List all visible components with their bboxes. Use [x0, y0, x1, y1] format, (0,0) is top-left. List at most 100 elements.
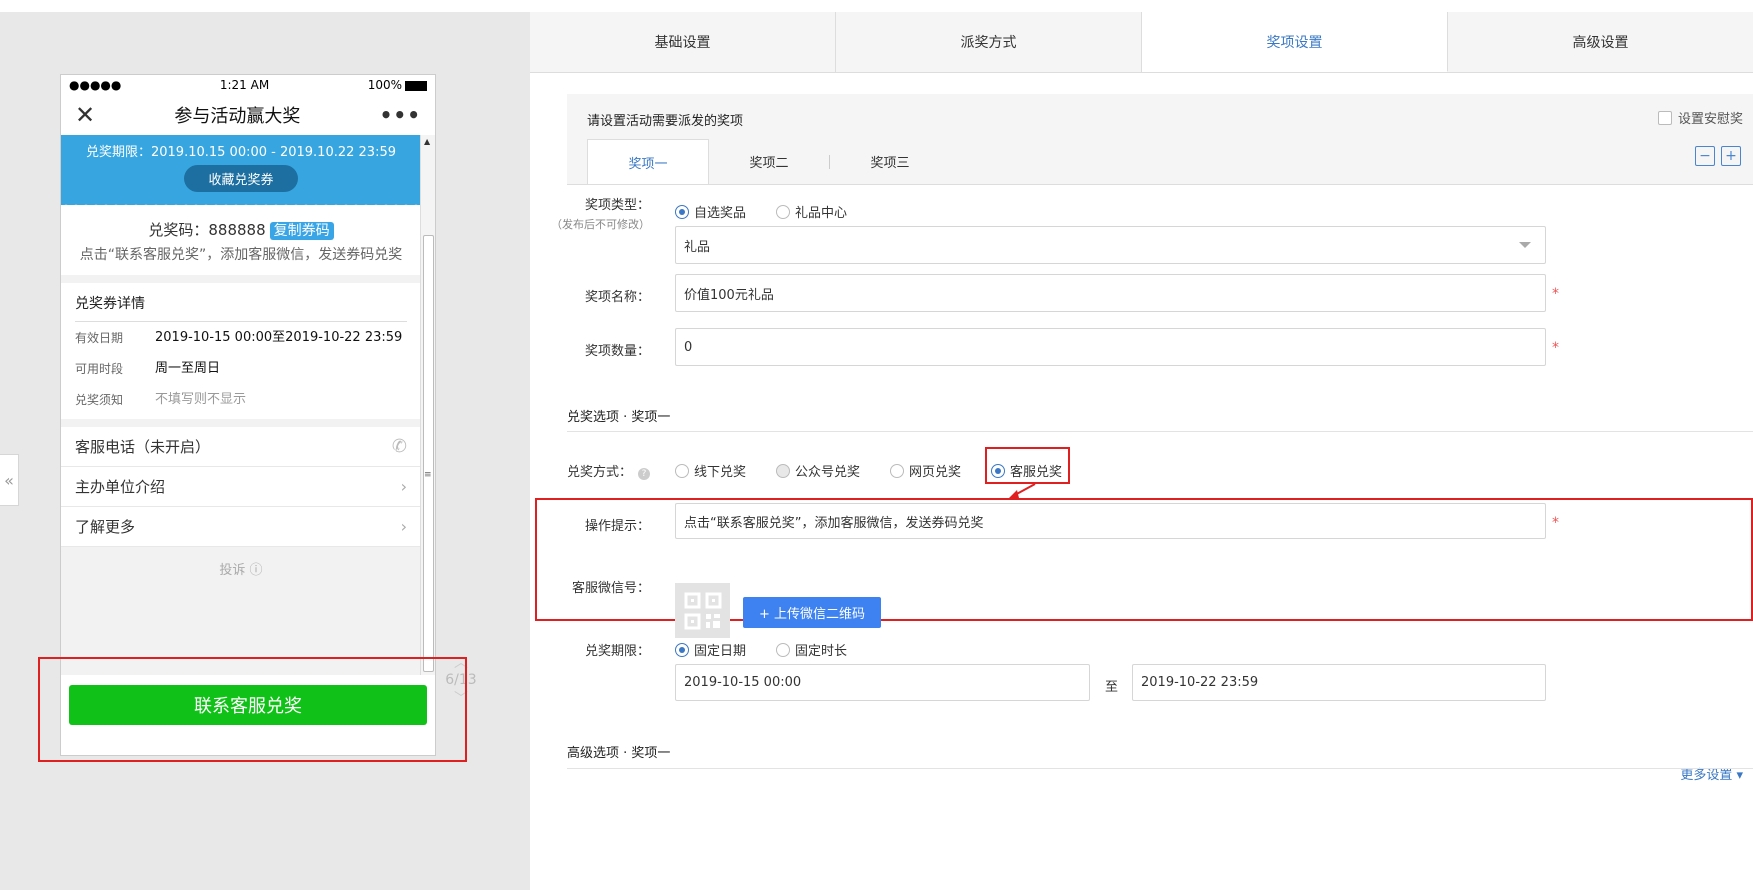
redeem-options-title: 兑奖选项 · 奖项一 [567, 410, 671, 425]
close-icon[interactable]: ✕ [75, 103, 95, 127]
settings-panel: 基础设置 派奖方式 奖项设置 高级设置 请设置活动需要派发的奖项 设置安慰奖 奖… [530, 12, 1753, 890]
detail-row: 可用时段 周一至周日 [75, 361, 221, 376]
more-icon[interactable]: ••• [380, 103, 421, 127]
tab-prize-2[interactable]: 奖项二 [709, 139, 829, 184]
prize-quantity-input[interactable]: 0 [675, 328, 1546, 366]
chevron-right-icon: › [400, 477, 407, 496]
highlight-box [985, 447, 1070, 484]
phone-status-bar: ●●●●● 1:21 AM 100% [61, 75, 435, 95]
info-links: 客服电话（未开启） ✆ 主办单位介绍 › 了解更多 › [61, 427, 421, 547]
redeem-code-block: 兑奖码：888888 复制券码 点击“联系客服兑奖”，添加客服微信，发送券码兑奖 [61, 205, 421, 275]
radio-gift-center[interactable]: 礼品中心 [776, 202, 847, 221]
radio-icon [776, 642, 791, 657]
prize-type-note: （发布后不可修改） [551, 218, 650, 231]
prize-select[interactable]: 礼品 [675, 226, 1546, 264]
radio-checked-icon [675, 642, 689, 657]
redeem-tip: 点击“联系客服兑奖”，添加客服微信，发送券码兑奖 [79, 247, 403, 263]
hint-input[interactable]: 点击“联系客服兑奖”，添加客服微信，发送券码兑奖 [675, 503, 1546, 539]
organizer-intro-link[interactable]: 主办单位介绍 › [61, 467, 421, 507]
prize-name-input[interactable]: 价值100元礼品 [675, 274, 1546, 312]
radio-icon [776, 204, 791, 219]
advanced-options-title: 高级选项 · 奖项一 [567, 746, 671, 761]
phone-content[interactable]: 兑奖期限：2019.10.15 00:00 - 2019.10.22 23:59… [61, 135, 421, 675]
customer-phone-link[interactable]: 客服电话（未开启） ✆ [61, 427, 421, 467]
prize-controls: − + [1695, 146, 1741, 166]
radio-checked-icon [675, 204, 689, 219]
radio-fixed-duration[interactable]: 固定时长 [776, 640, 847, 659]
redeem-period-label: 兑奖期限： [584, 644, 650, 659]
radio-official-account[interactable]: 公众号兑奖 [776, 461, 860, 480]
hint-label: 操作提示： [584, 519, 650, 534]
status-time: 1:21 AM [219, 78, 270, 92]
prize-name-label: 奖项名称： [584, 290, 650, 305]
preview-panel: « ●●●●● 1:21 AM 100% ✕ 参与活动赢大奖 ••• 兑奖期限：… [0, 12, 530, 890]
settings-tabs: 基础设置 派奖方式 奖项设置 高级设置 [530, 12, 1753, 73]
qr-code-icon [684, 592, 721, 629]
scroll-up-icon[interactable]: ▲ [424, 137, 430, 146]
complain-link[interactable]: 投诉 ⓘ [61, 547, 421, 590]
phone-nav-bar: ✕ 参与活动赢大奖 ••• [61, 95, 435, 135]
required-mark: * [1552, 515, 1559, 531]
chevron-right-icon: › [400, 517, 407, 536]
signal-indicator: ●●●●● [69, 78, 122, 92]
radio-web[interactable]: 网页兑奖 [890, 461, 961, 480]
prize-tabs: 奖项一 奖项二 奖项三 [587, 139, 950, 184]
collapse-panel-button[interactable]: « [0, 454, 19, 506]
more-settings-link[interactable]: 更多设置 ▾ [1680, 764, 1743, 783]
prize-header-title: 请设置活动需要派发的奖项 [587, 114, 744, 129]
consolation-prize-checkbox[interactable]: 设置安慰奖 [1657, 108, 1743, 127]
phone-scrollbar[interactable]: ▲ ≡ [420, 135, 435, 675]
prize-quantity-label: 奖项数量： [584, 344, 650, 359]
tab-prize-1[interactable]: 奖项一 [587, 139, 709, 184]
date-range-separator: 至 [1105, 680, 1119, 695]
battery-icon [405, 80, 427, 91]
prize-type-label: 奖项类型： （发布后不可修改） [530, 194, 650, 232]
radio-offline[interactable]: 线下兑奖 [675, 461, 746, 480]
tab-award-method[interactable]: 派奖方式 [836, 12, 1142, 72]
phone-icon: ✆ [391, 436, 407, 457]
tab-basic-settings[interactable]: 基础设置 [530, 12, 836, 72]
end-date-input[interactable]: 2019-10-22 23:59 [1132, 664, 1546, 701]
required-mark: * [1552, 340, 1559, 356]
phone-page-title: 参与活动赢大奖 [174, 106, 301, 127]
coupon-details: 兑奖券详情 有效日期 2019-10-15 00:00至2019-10-22 2… [61, 283, 421, 419]
wechat-id-label: 客服微信号： [571, 581, 650, 596]
banner-period: 兑奖期限：2019.10.15 00:00 - 2019.10.22 23:59 [85, 145, 396, 160]
tab-prize-3[interactable]: 奖项三 [830, 139, 950, 184]
section-divider [567, 431, 1753, 432]
double-chevron-left-icon: « [4, 470, 14, 490]
dropdown-caret-icon [1519, 242, 1531, 248]
upload-qr-button[interactable]: + 上传微信二维码 [743, 597, 881, 628]
tab-advanced-settings[interactable]: 高级设置 [1448, 12, 1753, 72]
radio-fixed-date[interactable]: 固定日期 [675, 640, 746, 659]
start-date-input[interactable]: 2019-10-15 00:00 [675, 664, 1090, 701]
checkbox-icon[interactable] [1657, 110, 1672, 125]
scroll-grip-icon: ≡ [424, 470, 432, 480]
remove-prize-button[interactable]: − [1695, 146, 1715, 166]
collect-coupon-button[interactable]: 收藏兑奖券 [184, 165, 298, 192]
qr-code-placeholder [675, 583, 730, 638]
details-title: 兑奖券详情 [75, 293, 407, 322]
coupon-banner: 兑奖期限：2019.10.15 00:00 - 2019.10.22 23:59… [61, 135, 421, 209]
copy-code-button[interactable]: 复制券码 [269, 222, 334, 240]
redeem-method-label: 兑奖方式：? [530, 461, 650, 480]
tab-prize-settings[interactable]: 奖项设置 [1142, 12, 1448, 72]
period-radios: 固定日期 固定时长 [675, 640, 877, 659]
required-mark: * [1552, 286, 1559, 302]
highlight-box [38, 657, 467, 762]
phone-preview: ●●●●● 1:21 AM 100% ✕ 参与活动赢大奖 ••• 兑奖期限：20… [60, 74, 436, 756]
battery-indicator: 100% [368, 78, 427, 92]
help-icon[interactable]: ? [638, 468, 650, 480]
prize-type-radios: 自选奖品 礼品中心 [675, 202, 877, 221]
scroll-thumb[interactable] [423, 235, 434, 672]
learn-more-link[interactable]: 了解更多 › [61, 507, 421, 547]
add-prize-button[interactable]: + [1721, 146, 1741, 166]
radio-icon [776, 463, 791, 478]
detail-row: 有效日期 2019-10-15 00:00至2019-10-22 23:59 [75, 330, 403, 345]
radio-icon [890, 463, 905, 478]
detail-row: 兑奖须知 不填写则不显示 [75, 392, 247, 407]
radio-icon [675, 463, 689, 478]
radio-custom-prize[interactable]: 自选奖品 [675, 202, 746, 221]
prize-header: 请设置活动需要派发的奖项 设置安慰奖 奖项一 奖项二 奖项三 − + [567, 94, 1753, 185]
section-divider [567, 768, 1753, 769]
